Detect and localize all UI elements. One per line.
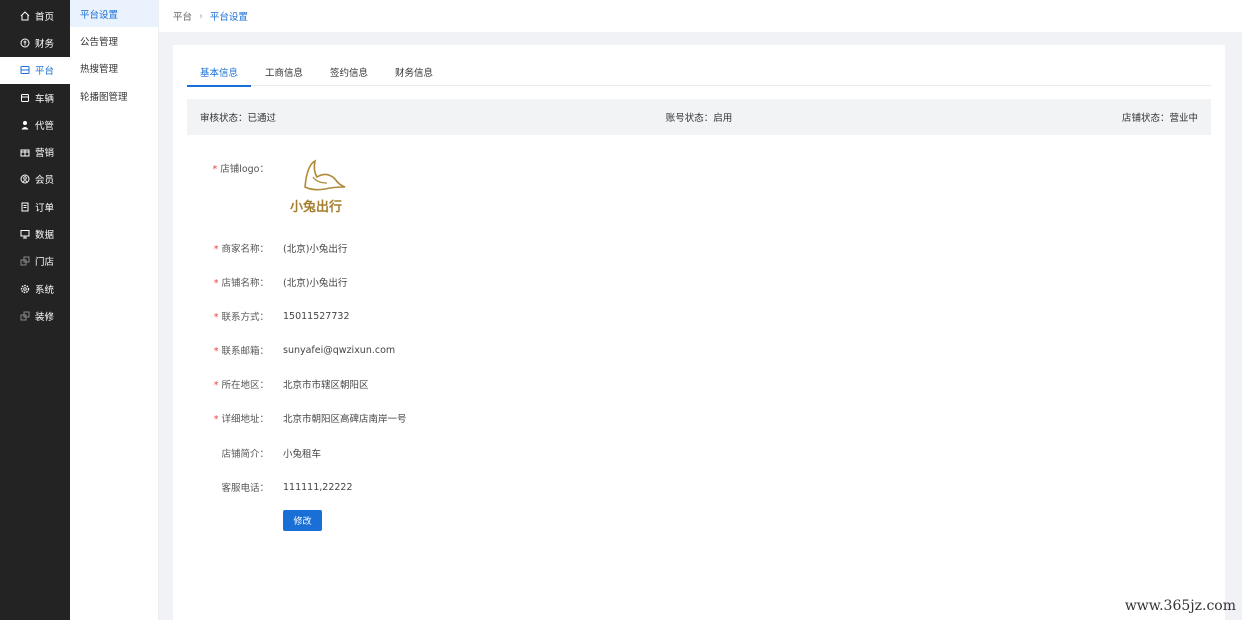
- nav-item-platform[interactable]: 平台: [0, 56, 70, 84]
- breadcrumb-parent[interactable]: 平台: [173, 9, 192, 23]
- region-value: 北京市市辖区朝阳区: [283, 380, 369, 391]
- user-icon: [20, 120, 30, 130]
- order-icon: [20, 202, 30, 212]
- field-label: * 联系方式：: [213, 312, 269, 323]
- main-sidebar: 首页 财务 平台 车辆 代管 营销 会员 订单 数据 门店 系统 装修: [0, 0, 70, 620]
- merchant-name-value: (北京)小兔出行: [283, 244, 348, 255]
- decorate-icon: [20, 311, 30, 321]
- nav-item-decorate[interactable]: 装修: [0, 302, 70, 329]
- submenu-item-carousel[interactable]: 轮播图管理: [70, 82, 158, 109]
- tab-bar: 基本信息 工商信息 签约信息 财务信息: [187, 58, 1211, 87]
- chevron-right-icon: ›: [199, 10, 203, 22]
- monitor-icon: [20, 229, 30, 239]
- breadcrumb: 平台 › 平台设置: [159, 0, 1242, 32]
- field-label: * 商家名称：: [213, 244, 269, 255]
- store-logo: 小兔出行: [283, 157, 349, 221]
- nav-item-label: 车辆: [35, 93, 55, 105]
- form-row-email: * 联系邮箱： sunyafei@qwzixun.com: [173, 343, 773, 358]
- calendar-icon: [20, 93, 30, 103]
- nav-item-vehicle[interactable]: 车辆: [0, 84, 70, 111]
- form-row-intro: 店铺简介： 小兔租车: [173, 446, 773, 460]
- nav-item-label: 系统: [35, 284, 55, 296]
- tab-finance-info[interactable]: 财务信息: [382, 58, 446, 86]
- shield-icon: [20, 38, 30, 48]
- form-row-logo: * 店铺logo：: [173, 161, 773, 175]
- nav-item-label: 平台: [35, 66, 55, 78]
- breadcrumb-current: 平台设置: [209, 12, 248, 23]
- field-label: 客服电话：: [221, 483, 269, 494]
- edit-button[interactable]: 修改: [283, 510, 322, 531]
- nav-item-system[interactable]: 系统: [0, 275, 70, 302]
- form-row-store-name: * 店铺名称： (北京)小兔出行: [173, 275, 773, 289]
- field-label: * 联系邮箱：: [213, 346, 269, 357]
- field-label: * 详细地址：: [213, 414, 269, 425]
- nav-item-home[interactable]: 首页: [0, 2, 70, 29]
- member-icon: [20, 174, 30, 184]
- nav-item-member[interactable]: 会员: [0, 166, 70, 193]
- address-value: 北京市朝阳区高碑店南岸一号: [283, 414, 407, 425]
- form-row-merchant-name: * 商家名称： (北京)小兔出行: [173, 241, 773, 255]
- submenu-item-platform-settings[interactable]: 平台设置: [70, 0, 158, 28]
- account-status: 账号状态：启用: [665, 113, 733, 124]
- settings-card: 基本信息 工商信息 签约信息 财务信息 审核状态：已通过 账号状态：启用 店铺状…: [173, 45, 1225, 620]
- required-mark: *: [212, 164, 218, 175]
- form-row-service-phone: 客服电话： 111111,22222: [173, 480, 773, 495]
- nav-item-label: 订单: [35, 202, 55, 214]
- nav-item-label: 会员: [35, 175, 55, 187]
- field-label: * 店铺名称：: [213, 278, 269, 289]
- store-status: 店铺状态：营业中: [1121, 113, 1198, 124]
- tab-basic-info[interactable]: 基本信息: [187, 58, 252, 87]
- sub-menu: 平台设置 公告管理 热搜管理 轮播图管理: [70, 0, 159, 620]
- tab-contract-info[interactable]: 签约信息: [317, 58, 381, 86]
- field-label: * 店铺logo：: [212, 164, 269, 175]
- form-row-region: * 所在地区： 北京市市辖区朝阳区: [173, 377, 773, 391]
- field-label: * 所在地区：: [213, 380, 269, 391]
- nav-item-label: 财务: [35, 38, 55, 50]
- nav-item-label: 营销: [35, 148, 55, 160]
- nav-item-label: 装修: [35, 311, 55, 323]
- nav-item-label: 首页: [35, 11, 55, 23]
- status-bar: 审核状态：已通过 账号状态：启用 店铺状态：营业中: [187, 99, 1211, 135]
- store-name-value: (北京)小兔出行: [283, 278, 348, 289]
- nav-item-finance[interactable]: 财务: [0, 29, 70, 56]
- tab-business-info[interactable]: 工商信息: [252, 58, 316, 86]
- nav-item-label: 门店: [35, 257, 55, 269]
- nav-item-label: 数据: [35, 230, 55, 242]
- logo-text: 小兔出行: [290, 199, 342, 215]
- watermark-text: www.365jz.com: [1124, 598, 1236, 614]
- nav-item-label: 代管: [35, 120, 55, 132]
- intro-value: 小兔租车: [283, 449, 322, 460]
- gear-icon: [20, 284, 30, 294]
- home-icon: [20, 10, 30, 21]
- submenu-item-hot-search[interactable]: 热搜管理: [70, 55, 158, 82]
- contact-value: 15011527732: [283, 310, 350, 322]
- form-row-contact: * 联系方式： 15011527732: [173, 309, 773, 324]
- nav-item-orders[interactable]: 订单: [0, 193, 70, 220]
- gift-icon: [20, 147, 30, 157]
- nav-item-escrow[interactable]: 代管: [0, 111, 70, 138]
- review-status: 审核状态：已通过: [200, 113, 277, 124]
- store-icon: [20, 256, 30, 266]
- platform-icon: [20, 65, 30, 75]
- service-phone-value: 111111,22222: [283, 481, 353, 493]
- submenu-item-announcements[interactable]: 公告管理: [70, 27, 158, 54]
- nav-item-marketing[interactable]: 营销: [0, 138, 70, 165]
- nav-item-store[interactable]: 门店: [0, 248, 70, 275]
- nav-item-data[interactable]: 数据: [0, 220, 70, 247]
- form-row-address: * 详细地址： 北京市朝阳区高碑店南岸一号: [173, 411, 773, 425]
- field-label: 店铺简介：: [221, 449, 269, 460]
- email-value: sunyafei@qwzixun.com: [283, 344, 396, 356]
